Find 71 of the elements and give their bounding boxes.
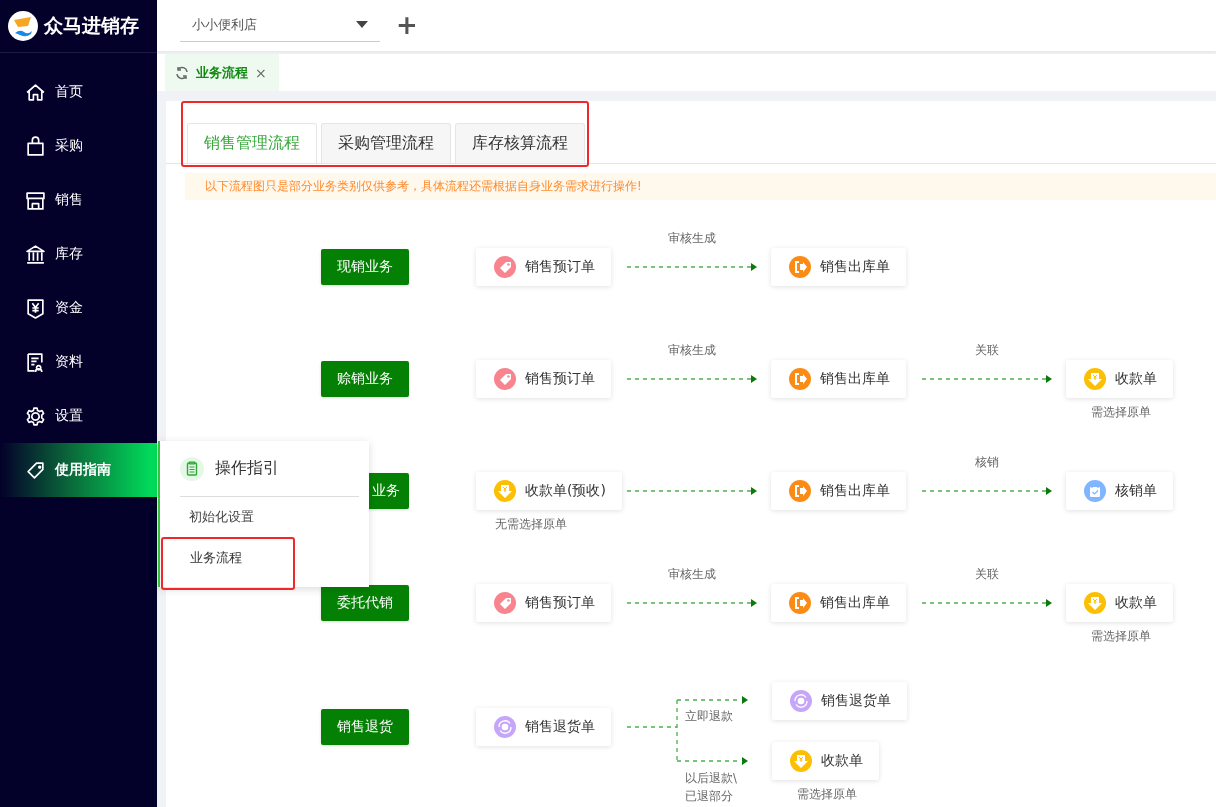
store-select[interactable]: 小小便利店: [180, 8, 380, 43]
sidebar-item[interactable]: 设置: [0, 389, 157, 443]
link-label: 审核生成: [667, 231, 717, 246]
exit-icon: [789, 368, 811, 390]
exit-icon: [789, 480, 811, 502]
flow-node[interactable]: 销售出库单: [771, 360, 906, 398]
flow-node[interactable]: 收款单(预收): [476, 472, 622, 510]
tag-icon: [25, 459, 46, 481]
settings-icon: [25, 405, 46, 427]
app-name: 众马进销存: [44, 13, 139, 38]
node-note: 无需选择原单: [494, 517, 568, 532]
home-icon: [25, 81, 46, 103]
exit-icon: [789, 256, 811, 278]
caret-icon: [356, 20, 368, 29]
sidebar-item[interactable]: 使用指南: [0, 443, 157, 497]
return-icon: [790, 690, 812, 712]
tag-icon: [494, 592, 516, 614]
menu-title: 操作指引: [215, 458, 279, 479]
flow-node[interactable]: 核销单: [1066, 472, 1173, 510]
sidebar-item[interactable]: 资金: [0, 281, 157, 335]
flow-button[interactable]: 现销业务: [321, 249, 409, 285]
sidebar-item[interactable]: 采购: [0, 119, 157, 173]
refresh-icon: [175, 65, 189, 80]
calendar-icon: [1084, 480, 1106, 502]
sidebar-item[interactable]: 库存: [0, 227, 157, 281]
flow-node[interactable]: 销售出库单: [771, 248, 906, 286]
flow-node[interactable]: 销售退货单: [476, 708, 611, 746]
branch-label: 以后退款\ 已退部分: [685, 770, 737, 805]
flow-button[interactable]: 委托代销: [321, 585, 409, 621]
menu-item[interactable]: 业务流程: [161, 537, 295, 590]
link-label: 关联: [974, 567, 1000, 582]
flow-button[interactable]: 销售退货: [321, 709, 409, 745]
sidebar-item[interactable]: 资料: [0, 335, 157, 389]
document-icon: [25, 351, 46, 373]
page-tab[interactable]: 业务流程 ×: [165, 54, 279, 91]
bank-icon: [25, 243, 46, 265]
link-label: 审核生成: [667, 567, 717, 582]
branch-label: 立即退款: [685, 709, 733, 724]
link-label: 审核生成: [667, 343, 717, 358]
flow-node[interactable]: 销售预订单: [476, 248, 611, 286]
flow-node[interactable]: 销售预订单: [476, 584, 611, 622]
tag-icon: [494, 368, 516, 390]
exit-icon: [789, 592, 811, 614]
tag-icon: [494, 256, 516, 278]
flow-node[interactable]: 销售预订单: [476, 360, 611, 398]
flow-node[interactable]: 收款单: [1066, 584, 1173, 622]
node-note: 需选择原单: [1090, 629, 1152, 644]
store-icon: [25, 189, 46, 211]
notice-banner: 以下流程图只是部分业务类别仅供参考，具体流程还需根据自身业务需求进行操作!: [185, 173, 1216, 200]
flow-tab[interactable]: 采购管理流程: [321, 123, 451, 163]
close-icon[interactable]: ×: [255, 64, 267, 81]
node-note: 需选择原单: [796, 787, 858, 802]
link-label: 关联: [974, 343, 1000, 358]
flow-node[interactable]: 收款单: [1066, 360, 1173, 398]
menu-item[interactable]: 初始化设置: [160, 497, 369, 537]
logo-icon: [8, 11, 38, 41]
node-note: 需选择原单: [1090, 405, 1152, 420]
flow-tab[interactable]: 库存核算流程: [455, 123, 585, 163]
sidebar-item[interactable]: 销售: [0, 173, 157, 227]
flow-node[interactable]: 销售出库单: [771, 584, 906, 622]
bag-icon: [25, 135, 46, 157]
clipboard-icon: [180, 456, 204, 481]
flow-node[interactable]: 收款单: [772, 742, 879, 780]
add-button[interactable]: +: [392, 10, 422, 41]
link-label: 核销: [974, 455, 1000, 470]
flow-button[interactable]: 赊销业务: [321, 361, 409, 397]
flow-node[interactable]: 销售出库单: [771, 472, 906, 510]
sidebar-item[interactable]: 首页: [0, 65, 157, 119]
yen-icon: [25, 297, 46, 319]
flow-node[interactable]: 销售退货单: [772, 682, 907, 720]
return-icon: [494, 716, 516, 738]
